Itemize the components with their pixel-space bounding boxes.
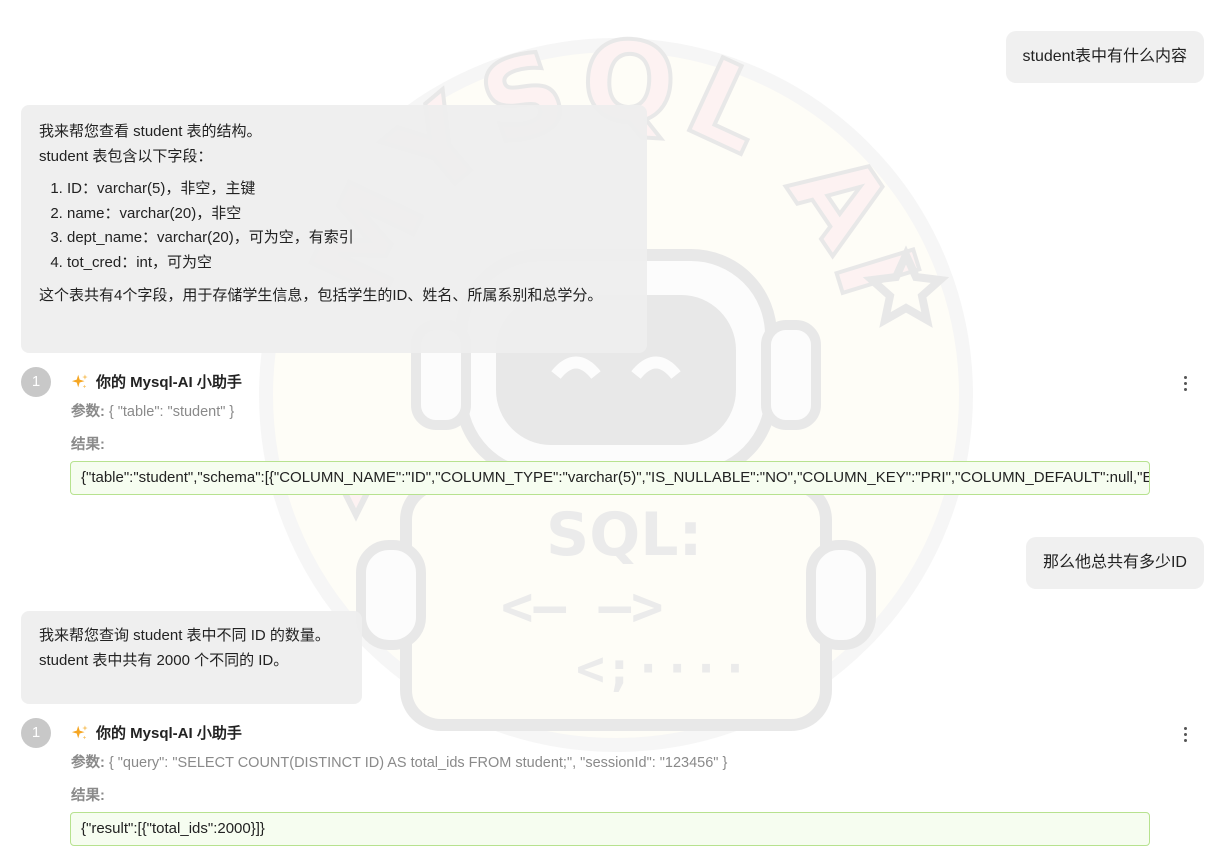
svg-text:<— —>: <— —> bbox=[501, 575, 664, 638]
user-message-bubble: student表中有什么内容 bbox=[1005, 31, 1204, 83]
more-dot bbox=[1183, 732, 1187, 736]
field-list-item: tot_cred：int，可为空 bbox=[67, 251, 629, 276]
assistant-text-line: student 表中共有 2000 个不同的 ID。 bbox=[39, 652, 289, 669]
params-label: 参数: bbox=[71, 404, 105, 420]
chat-page: MYSQL AI SQL: <— —> <;···· student表中有什么内… bbox=[0, 0, 1213, 862]
field-list: ID：varchar(5)，非空，主键 name：varchar(20)，非空 … bbox=[39, 177, 629, 275]
assistant-summary-text: student 表包含以下字段： bbox=[39, 148, 213, 165]
tool-title: 你的 Mysql-AI 小助手 bbox=[71, 371, 242, 392]
field-list-item: name：varchar(20)，非空 bbox=[67, 202, 629, 227]
more-dot bbox=[1183, 381, 1187, 385]
result-output-box[interactable]: {"result":[{"total_ids":2000}]} bbox=[70, 812, 1150, 846]
svg-text:SQL:: SQL: bbox=[546, 500, 702, 570]
result-output-box[interactable]: {"table":"student","schema":[{"COLUMN_NA… bbox=[70, 461, 1150, 495]
more-dot bbox=[1183, 387, 1187, 391]
tool-call-block: 1 你的 Mysql-AI 小助手 参数: { "query": "SELECT… bbox=[0, 718, 1213, 848]
tool-params: 参数: { "table": "student" } bbox=[71, 400, 234, 421]
tool-title: 你的 Mysql-AI 小助手 bbox=[71, 722, 242, 743]
more-vertical-icon bbox=[1183, 726, 1187, 730]
sparkle-icon bbox=[71, 724, 88, 739]
params-value: { "query": "SELECT COUNT(DISTINCT ID) AS… bbox=[108, 755, 728, 771]
more-options-button[interactable] bbox=[1177, 371, 1193, 395]
field-list-item: ID：varchar(5)，非空，主键 bbox=[67, 177, 629, 202]
assistant-conclusion-text: 这个表共有4个字段，用于存储学生信息，包括学生的ID、姓名、所属系别和总学分。 bbox=[39, 287, 603, 304]
result-label: 结果: bbox=[71, 788, 105, 804]
tool-title-label: 你的 Mysql-AI 小助手 bbox=[96, 725, 242, 742]
more-options-button[interactable] bbox=[1177, 722, 1193, 746]
assistant-text-line: 我来帮您查询 student 表中不同 ID 的数量。 bbox=[39, 627, 330, 644]
more-dot bbox=[1183, 738, 1187, 742]
step-number-badge: 1 bbox=[21, 718, 51, 748]
sparkle-icon bbox=[71, 373, 88, 388]
svg-text:<;····: <;···· bbox=[576, 641, 749, 697]
user-message-bubble: 那么他总共有多少ID bbox=[1025, 537, 1204, 589]
assistant-intro-text: 我来帮您查看 student 表的结构。 bbox=[39, 123, 262, 140]
params-label: 参数: bbox=[71, 755, 105, 771]
tool-call-block: 1 你的 Mysql-AI 小助手 参数: { "table": "studen… bbox=[0, 367, 1213, 497]
step-number-badge: 1 bbox=[21, 367, 51, 397]
field-list-item: dept_name：varchar(20)，可为空，有索引 bbox=[67, 226, 629, 251]
params-value: { "table": "student" } bbox=[108, 404, 235, 420]
assistant-message-bubble: 我来帮您查询 student 表中不同 ID 的数量。 student 表中共有… bbox=[21, 611, 362, 704]
result-label: 结果: bbox=[71, 437, 105, 453]
more-vertical-icon bbox=[1183, 375, 1187, 379]
tool-params: 参数: { "query": "SELECT COUNT(DISTINCT ID… bbox=[71, 751, 727, 772]
tool-title-label: 你的 Mysql-AI 小助手 bbox=[96, 374, 242, 391]
assistant-message-bubble: 我来帮您查看 student 表的结构。 student 表包含以下字段： ID… bbox=[21, 105, 647, 353]
